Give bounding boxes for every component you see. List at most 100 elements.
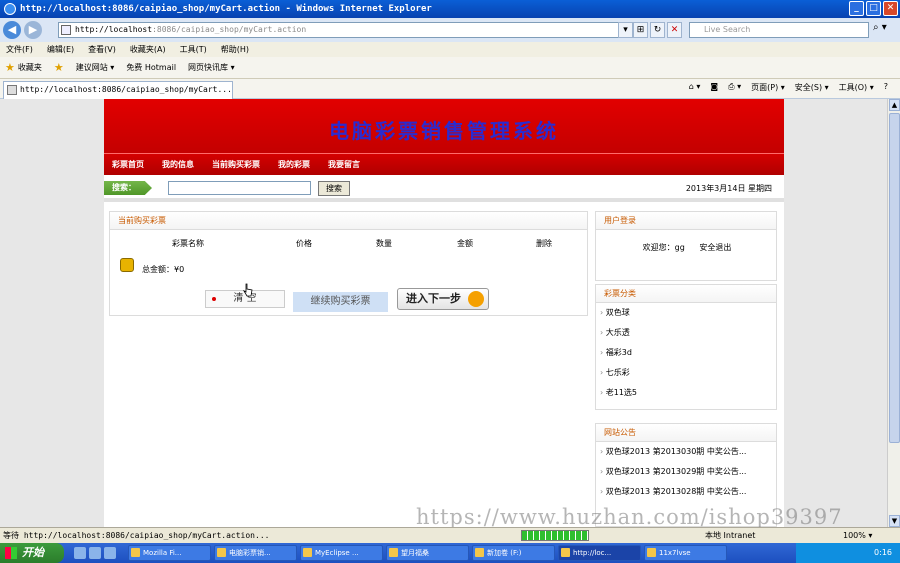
taskbar: 开始 Mozilla Fi... 电脑彩票销... MyEclipse ... … [0,543,900,563]
favorite-web-slice[interactable]: 网页快讯库 ▾ [188,62,235,73]
favorite-hotmail[interactable]: 免费 Hotmail [126,62,176,73]
forward-button[interactable]: ▶ [24,21,42,39]
zoom-level[interactable]: 100% ▾ [843,528,872,543]
help-icon[interactable]: ? [884,82,888,93]
site-search-button[interactable]: 搜索 [318,181,350,196]
window-title-bar: http://localhost:8086/caipiao_shop/myCar… [0,0,900,18]
task-list: Mozilla Fi... 电脑彩票销... MyEclipse ... 望月福… [128,545,727,561]
task-folder[interactable]: 电脑彩票销... [214,545,297,561]
menu-help[interactable]: 帮助(H) [221,44,249,55]
search-input[interactable]: Live Search [689,22,869,38]
category-item[interactable]: 大乐透 [600,323,776,343]
logout-link[interactable]: 安全退出 [699,243,731,252]
runner-icon [468,291,484,307]
security-zone: 本地 Intranet [705,531,756,540]
compat-view-button[interactable]: ⊞ [633,22,648,38]
task-firefox[interactable]: Mozilla Fi... [128,545,211,561]
windows-logo-icon [5,547,17,559]
col-name: 彩票名称 [172,239,204,248]
category-item[interactable]: 老11选5 [600,383,776,403]
task-folder-3[interactable]: 11x7lvse [644,545,727,561]
menu-favorites[interactable]: 收藏夹(A) [130,44,166,55]
next-step-button[interactable]: 进入下一步 [397,288,489,310]
category-item[interactable]: 福彩3d [600,343,776,363]
category-item[interactable]: 七乐彩 [600,363,776,383]
page-menu[interactable]: 页面(P) ▾ [751,82,785,93]
col-price: 价格 [296,239,312,248]
search-label: 搜索： [104,181,152,195]
menu-tools[interactable]: 工具(T) [180,44,207,55]
command-bar: ⌂ ▾ ◙ ⎙ ▾ 页面(P) ▾ 安全(S) ▾ 工具(O) ▾ ? [689,82,888,93]
window-title: http://localhost:8086/caipiao_shop/myCar… [20,4,432,14]
favorite-suggested-sites[interactable]: 建议网站 ▾ [76,62,115,73]
task-myeclipse[interactable]: MyEclipse ... [300,545,383,561]
col-amount: 金额 [457,239,473,248]
tab-title: http://localhost:8086/caipiao_shop/myCar… [20,85,232,94]
address-input[interactable]: http://localhost:8086/caipiao_shop/myCar… [58,22,628,38]
login-panel: 用户登录 欢迎您：gg 安全退出 [595,211,777,281]
mouse-cursor-icon [243,283,253,297]
ie-icon [4,3,16,15]
col-quantity: 数量 [376,239,392,248]
address-path: :8086/caipiao_shop/myCart.action [152,25,307,34]
category-item[interactable]: 双色球 [600,303,776,323]
address-dropdown-button[interactable]: ▾ [618,22,633,38]
nav-current-purchase[interactable]: 当前购买彩票 [212,159,260,170]
search-icon[interactable]: ⌕ ▾ [873,22,887,33]
eclipse-icon [303,548,312,557]
notice-item[interactable]: 双色球2013 第2013028期 中奖公告... [600,482,776,502]
login-body: 欢迎您：gg 安全退出 [596,242,778,253]
task-drive[interactable]: 新加卷 (F:) [472,545,555,561]
refresh-button[interactable]: ↻ [650,22,665,38]
category-panel-title: 彩票分类 [596,285,776,303]
home-icon[interactable]: ⌂ ▾ [689,82,701,93]
vertical-scrollbar[interactable]: ▲ ▼ [887,99,900,527]
back-button[interactable]: ◀ [3,21,21,39]
favorites-bar: ★ 收藏夹 ★ 建议网站 ▾ 免费 Hotmail 网页快讯库 ▾ [0,57,900,79]
tab-current[interactable]: http://localhost:8086/caipiao_shop/myCar… [3,81,233,99]
quicklaunch-ie-icon[interactable] [74,547,86,559]
nav-my-info[interactable]: 我的信息 [162,159,194,170]
scroll-up-arrow[interactable]: ▲ [889,99,900,111]
menu-edit[interactable]: 编辑(E) [47,44,74,55]
nav-leave-message[interactable]: 我要留言 [328,159,360,170]
quicklaunch-desktop-icon[interactable] [89,547,101,559]
quicklaunch-media-icon[interactable] [104,547,116,559]
notice-item[interactable]: 双色球2013 第2013030期 中奖公告... [600,442,776,462]
favorites-button[interactable]: ★ 收藏夹 [5,61,42,74]
notice-item[interactable]: 双色球2013 第2013029期 中奖公告... [600,462,776,482]
close-button[interactable]: ✕ [883,1,898,16]
menu-view[interactable]: 查看(V) [88,44,116,55]
site-search-row: 搜索： 搜索 2013年3月14日 星期四 [104,176,784,202]
continue-shopping-button[interactable]: 继续购买彩票 [293,292,388,312]
menu-file[interactable]: 文件(F) [6,44,33,55]
minimize-button[interactable]: _ [849,1,864,16]
print-icon[interactable]: ⎙ ▾ [728,82,741,93]
cart-panel: 当前购买彩票 彩票名称 价格 数量 金额 删除 总金额：¥0 清 空 继续购买彩… [109,211,588,316]
cart-total: 总金额：¥0 [142,265,185,274]
nav-my-lottery[interactable]: 我的彩票 [278,159,310,170]
add-favorite-button[interactable]: ★ [54,61,64,74]
feeds-icon[interactable]: ◙ [710,82,718,93]
notice-list: 双色球2013 第2013030期 中奖公告... 双色球2013 第20130… [596,442,776,502]
page-icon [61,25,71,35]
tools-menu[interactable]: 工具(O) ▾ [839,82,874,93]
loading-progress [521,530,589,541]
status-text: 等待 http://localhost:8086/caipiao_shop/my… [3,531,270,540]
task-folder-2[interactable]: 望月福桑 [386,545,469,561]
maximize-button[interactable]: □ [866,1,881,16]
ie-icon [561,548,570,557]
start-button[interactable]: 开始 [0,543,64,563]
folder-icon [217,548,226,557]
site-search-input[interactable] [168,181,311,195]
task-ie[interactable]: http://loc... [558,545,641,561]
firefox-icon [131,548,140,557]
scroll-down-arrow[interactable]: ▼ [889,515,900,527]
nav-home[interactable]: 彩票首页 [112,159,144,170]
col-delete: 删除 [536,239,552,248]
clock[interactable]: 0:16 [874,548,892,557]
category-list: 双色球 大乐透 福彩3d 七乐彩 老11选5 [596,303,776,403]
stop-button[interactable]: ✕ [667,22,682,38]
scroll-thumb[interactable] [889,113,900,443]
safety-menu[interactable]: 安全(S) ▾ [795,82,829,93]
